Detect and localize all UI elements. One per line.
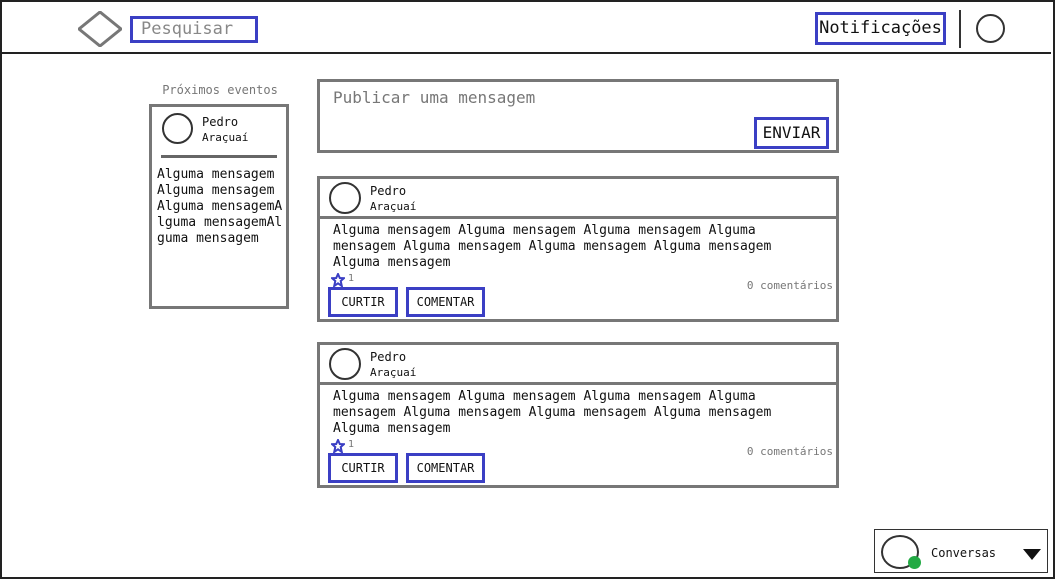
comment-count[interactable]: 0 comentários [747,445,833,458]
comment-count[interactable]: 0 comentários [747,279,833,292]
like-count: 1 [348,273,355,284]
search-input[interactable]: Pesquisar [130,16,258,43]
diamond-logo-icon[interactable] [78,11,122,47]
post-card: Pedro Araçuaí Alguma mensagem Alguma men… [317,342,839,488]
star-icon [331,273,345,287]
event-message: Alguma mensagem Alguma mensagem Alguma m… [157,167,283,246]
notifications-button[interactable]: Notificações [815,12,946,45]
divider [320,216,836,219]
like-count: 1 [348,439,355,450]
online-status-dot [908,556,921,569]
profile-avatar[interactable] [976,14,1005,43]
avatar [329,348,361,380]
post-author-name: Pedro [370,184,407,198]
comment-button[interactable]: COMENTAR [406,453,485,483]
avatar [329,182,361,214]
post-author-city: Araçuaí [370,366,417,379]
send-button[interactable]: ENVIAR [754,117,829,149]
header-divider-line [0,52,1051,54]
header-divider [959,10,961,48]
post-author-name: Pedro [370,350,407,364]
post-author-city: Araçuaí [370,200,417,213]
event-card[interactable]: Pedro Araçuaí Alguma mensagem Alguma men… [149,104,289,309]
chat-dock[interactable]: Conversas [874,529,1048,573]
upcoming-events-title: Próximos eventos [162,83,278,97]
event-author-name: Pedro [202,115,239,129]
like-button[interactable]: CURTIR [328,287,398,317]
avatar [162,113,193,144]
chat-label: Conversas [931,546,997,560]
post-body: Alguma mensagem Alguma mensagem Alguma m… [333,223,772,270]
post-card: Pedro Araçuaí Alguma mensagem Alguma men… [317,176,839,322]
caret-down-icon[interactable] [1023,549,1041,560]
post-body: Alguma mensagem Alguma mensagem Alguma m… [333,389,772,436]
post-composer[interactable]: Publicar uma mensagem ENVIAR [317,79,839,153]
message-input[interactable]: Publicar uma mensagem [333,88,535,107]
comment-button[interactable]: COMENTAR [406,287,485,317]
star-icon [331,439,345,453]
divider [161,155,277,158]
like-button[interactable]: CURTIR [328,453,398,483]
divider [320,382,836,385]
event-author-city: Araçuaí [202,131,249,144]
